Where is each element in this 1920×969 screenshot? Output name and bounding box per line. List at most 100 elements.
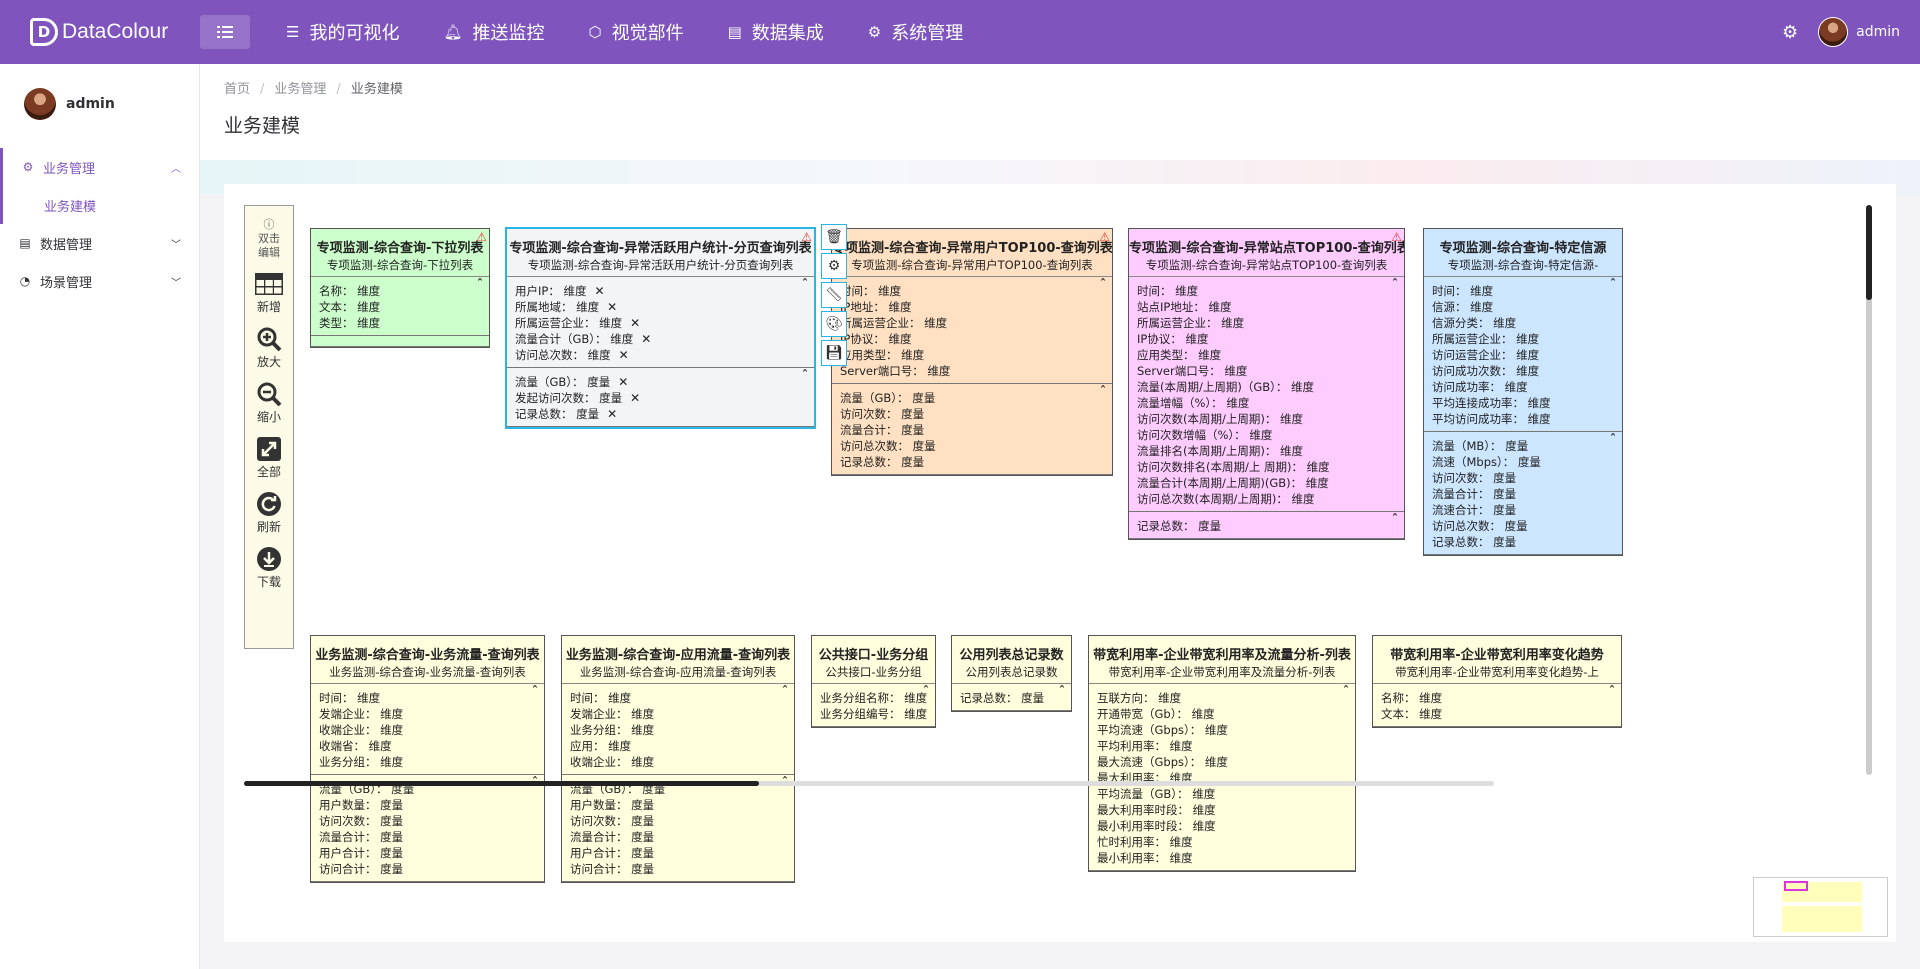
field-row[interactable]: 业务分组名称： 维度 [820, 690, 927, 706]
table-header[interactable]: 带宽利用率-企业带宽利用率及流量分析-列表 带宽利用率-企业带宽利用率及流量分析-… [1089, 636, 1355, 684]
field-row[interactable]: 时间： 维度 [840, 283, 1104, 299]
nav-my-visualization[interactable]: ☰ 我的可视化 [264, 0, 421, 64]
model-table[interactable]: 公用列表总记录数 公用列表总记录数 ˆ 记录总数： 度量 [951, 635, 1072, 712]
field-row[interactable]: IP地址： 维度 [840, 299, 1104, 315]
collapse-caret-icon[interactable]: ˆ [802, 368, 808, 382]
collapse-caret-icon[interactable]: ˆ [1610, 432, 1616, 446]
field-row[interactable]: 平均访问成功率： 维度 [1432, 411, 1614, 427]
field-row[interactable]: 流量（MB）： 度量 [1432, 438, 1614, 454]
table-header[interactable]: 专项监测-综合查询-下拉列表 专项监测-综合查询-下拉列表 ⚠ [311, 229, 489, 277]
field-row[interactable]: 信源： 维度 [1432, 299, 1614, 315]
field-row[interactable]: 最大流速（Gbps）： 维度 [1097, 754, 1347, 770]
field-row[interactable]: 用户合计： 度量 [319, 845, 536, 861]
field-row[interactable]: 发端企业： 维度 [570, 706, 786, 722]
table-header[interactable]: 专项监测-综合查询-特定信源 专项监测-综合查询-特定信源- [1424, 229, 1622, 277]
model-table[interactable]: 业务监测-综合查询-应用流量-查询列表 业务监测-综合查询-应用流量-查询列表 ˆ 时… [561, 635, 795, 883]
field-row[interactable]: 文本： 维度 [1381, 706, 1613, 722]
table-header[interactable]: 业务监测-综合查询-业务流量-查询列表 业务监测-综合查询-业务流量-查询列表 [311, 636, 544, 684]
model-table[interactable]: 带宽利用率-企业带宽利用率及流量分析-列表 带宽利用率-企业带宽利用率及流量分析-… [1088, 635, 1356, 872]
field-row[interactable]: 应用类型： 维度 [1137, 347, 1396, 363]
collapse-caret-icon[interactable]: ˆ [1392, 277, 1398, 291]
link-button[interactable]: 📏︎ [821, 282, 847, 308]
collapse-caret-icon[interactable]: ˆ [923, 684, 929, 698]
sidebar-item-business-management[interactable]: ⚙ 业务管理 ︿ [3, 148, 199, 186]
remove-field-icon[interactable]: ✕ [594, 284, 604, 298]
field-row[interactable]: 访问次数： 度量 [570, 813, 786, 829]
scroll-thumb[interactable] [244, 781, 759, 786]
field-row[interactable]: 类型： 维度 [319, 315, 481, 331]
nav-push-monitor[interactable]: 🔔︎ 推送监控 [421, 0, 566, 64]
field-row[interactable]: 记录总数： 度量 [840, 454, 1104, 470]
settings-button[interactable]: ⚙ [821, 253, 847, 279]
field-row[interactable]: 访问成功率： 维度 [1432, 379, 1614, 395]
tool-refresh-button[interactable]: 刷新 [254, 490, 284, 535]
field-row[interactable]: 应用： 维度 [570, 738, 786, 754]
field-row[interactable]: 流量（GB）： 度量 ✕ [515, 374, 806, 390]
field-row[interactable]: 访问次数(本周期/上周期)： 维度 [1137, 411, 1396, 427]
field-row[interactable]: 时间： 维度 [1137, 283, 1396, 299]
field-row[interactable]: 所属运营企业： 维度 [1137, 315, 1396, 331]
field-row[interactable]: 用户合计： 度量 [570, 845, 786, 861]
tool-add-button[interactable]: 新增 [254, 270, 284, 315]
field-row[interactable]: 时间： 维度 [1432, 283, 1614, 299]
palette-button[interactable]: 🎨︎ [821, 311, 847, 337]
nav-system-management[interactable]: ⚙ 系统管理 [846, 0, 985, 64]
field-row[interactable]: IP协议： 维度 [840, 331, 1104, 347]
app-logo[interactable]: D DataColour [30, 18, 200, 46]
field-row[interactable]: 访问次数： 度量 [840, 406, 1104, 422]
field-row[interactable]: 用户数量： 度量 [319, 797, 536, 813]
field-row[interactable]: 开通带宽（Gb）： 维度 [1097, 706, 1347, 722]
field-row[interactable]: 记录总数： 度量 [960, 690, 1063, 706]
table-header[interactable]: 公用列表总记录数 公用列表总记录数 [952, 636, 1071, 684]
field-row[interactable]: 访问次数： 度量 [1432, 470, 1614, 486]
collapse-caret-icon[interactable]: ˆ [1609, 684, 1615, 698]
model-canvas[interactable]: ⓘ 双击编辑 新增 放大 缩小 全部 刷新 下载 专项监测-综合查询-下拉列表 专项… [224, 184, 1896, 942]
horizontal-scrollbar[interactable] [244, 781, 1494, 786]
field-row[interactable]: 所属运营企业： 维度 [840, 315, 1104, 331]
collapse-caret-icon[interactable]: ˆ [802, 277, 808, 291]
field-row[interactable]: 最小利用率： 维度 [1097, 850, 1347, 866]
save-button[interactable]: 💾︎ [821, 340, 847, 366]
collapse-caret-icon[interactable]: ˆ [1610, 277, 1616, 291]
field-row[interactable]: 访问总次数： 度量 [840, 438, 1104, 454]
remove-field-icon[interactable]: ✕ [630, 316, 640, 330]
table-header[interactable]: 公共接口-业务分组 公共接口-业务分组 [812, 636, 935, 684]
remove-field-icon[interactable]: ✕ [630, 391, 640, 405]
sidebar-item-scene-management[interactable]: ◔ 场景管理 ﹀ [0, 262, 199, 300]
field-row[interactable]: 平均流速（Gbps）： 维度 [1097, 722, 1347, 738]
user-name[interactable]: admin [1856, 24, 1900, 40]
tool-zoom-out-button[interactable]: 缩小 [254, 380, 284, 425]
field-row[interactable]: 用户IP： 维度 ✕ [515, 283, 806, 299]
field-row[interactable]: 访问总次数： 维度 ✕ [515, 347, 806, 363]
sidebar-item-data-management[interactable]: ▤ 数据管理 ﹀ [0, 224, 199, 262]
remove-field-icon[interactable]: ✕ [619, 348, 629, 362]
field-row[interactable]: 流量合计： 度量 [570, 829, 786, 845]
collapse-caret-icon[interactable]: ˆ [1392, 512, 1398, 526]
field-row[interactable]: 站点IP地址： 维度 [1137, 299, 1396, 315]
collapse-caret-icon[interactable]: ˆ [782, 684, 788, 698]
field-row[interactable]: 流量增幅（%）： 维度 [1137, 395, 1396, 411]
field-row[interactable]: 流速合计： 度量 [1432, 502, 1614, 518]
field-row[interactable]: 忙时利用率： 维度 [1097, 834, 1347, 850]
field-row[interactable]: 流量合计： 度量 [319, 829, 536, 845]
model-table[interactable]: 专项监测-综合查询-下拉列表 专项监测-综合查询-下拉列表 ⚠ ˆ 名称： 维度 文本： … [310, 228, 490, 348]
field-row[interactable]: 访问总次数(本周期/上周期)： 维度 [1137, 491, 1396, 507]
table-header[interactable]: 带宽利用率-企业带宽利用率变化趋势 带宽利用率-企业带宽利用率变化趋势-上 [1373, 636, 1621, 684]
field-row[interactable]: 业务分组： 维度 [570, 722, 786, 738]
table-header[interactable]: 业务监测-综合查询-应用流量-查询列表 业务监测-综合查询-应用流量-查询列表 [562, 636, 794, 684]
breadcrumb-business[interactable]: 业务管理 [274, 82, 326, 97]
field-row[interactable]: 访问次数增幅（%）： 维度 [1137, 427, 1396, 443]
minimap[interactable] [1753, 877, 1888, 937]
field-row[interactable]: 用户数量： 度量 [570, 797, 786, 813]
field-row[interactable]: 名称： 维度 [1381, 690, 1613, 706]
scroll-thumb[interactable] [1866, 205, 1872, 300]
field-row[interactable]: 发起访问次数： 度量 ✕ [515, 390, 806, 406]
remove-field-icon[interactable]: ✕ [607, 407, 617, 421]
field-row[interactable]: 名称： 维度 [319, 283, 481, 299]
model-table[interactable]: 带宽利用率-企业带宽利用率变化趋势 带宽利用率-企业带宽利用率变化趋势-上 ˆ 名称：… [1372, 635, 1622, 728]
field-row[interactable]: 应用类型： 维度 [840, 347, 1104, 363]
field-row[interactable]: 记录总数： 度量 ✕ [515, 406, 806, 422]
model-table[interactable]: 专项监测-综合查询-异常站点TOP100-查询列表 专项监测-综合查询-异常站点T… [1128, 228, 1405, 540]
tool-fit-all-button[interactable]: 全部 [254, 435, 284, 480]
remove-field-icon[interactable]: ✕ [618, 375, 628, 389]
